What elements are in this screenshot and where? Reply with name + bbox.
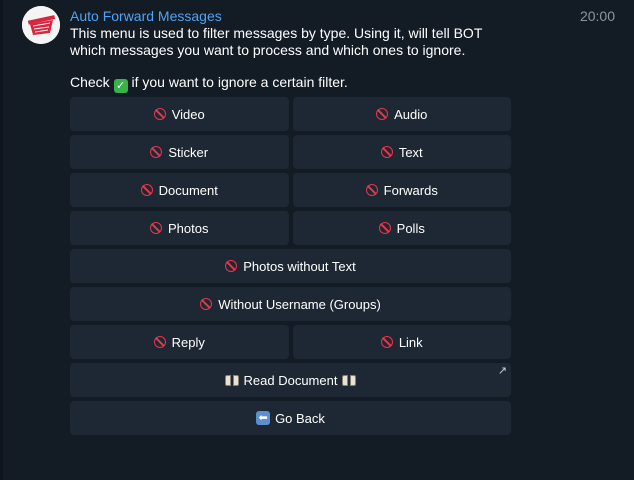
button-label: Sticker <box>168 144 209 160</box>
message-description: This menu is used to filter messages by … <box>70 25 483 58</box>
back-arrow-icon: ⬅ <box>256 411 271 425</box>
message-text: This menu is used to filter messages by … <box>70 25 520 93</box>
bot-avatar-logo <box>22 6 60 44</box>
filter-reply-button[interactable]: Reply <box>70 325 289 359</box>
keyboard-row: ⬅ Go Back <box>70 401 511 435</box>
instruction-prefix: Check <box>70 74 114 90</box>
no-entry-icon <box>153 108 166 120</box>
filter-document-button[interactable]: Document <box>70 173 289 207</box>
no-entry-icon <box>365 184 378 196</box>
instruction-suffix: if you want to ignore a certain filter. <box>127 74 348 90</box>
bot-avatar[interactable] <box>22 6 60 44</box>
check-mark-icon: ✓ <box>113 79 128 93</box>
keyboard-row: Without Username (Groups) <box>70 287 511 321</box>
keyboard-row: Reply Link <box>70 325 511 359</box>
no-entry-icon <box>376 108 389 120</box>
go-back-button[interactable]: ⬅ Go Back <box>70 401 511 435</box>
bot-name[interactable]: Auto Forward Messages <box>70 7 222 25</box>
button-label: Audio <box>394 106 428 122</box>
external-link-icon: ↗ <box>497 364 507 377</box>
button-label: Video <box>171 106 205 122</box>
keyboard-row: Photos Polls <box>70 211 511 245</box>
inline-keyboard: Video Audio Sticker Text Document Forwar… <box>70 97 511 439</box>
filter-link-button[interactable]: Link <box>292 325 511 359</box>
no-entry-icon <box>150 222 162 234</box>
filter-text-button[interactable]: Text <box>292 135 511 169</box>
message-timestamp: 20:00 <box>579 8 615 24</box>
no-entry-icon <box>380 146 393 158</box>
open-book-icon <box>224 374 239 386</box>
filter-photos-without-text-button[interactable]: Photos without Text <box>70 249 511 283</box>
no-entry-icon <box>140 184 153 196</box>
keyboard-row: Video Audio <box>70 97 511 131</box>
keyboard-row: Read Document ↗ <box>70 363 511 397</box>
filter-polls-button[interactable]: Polls <box>292 211 511 245</box>
open-book-icon <box>342 374 357 386</box>
keyboard-row: Sticker Text <box>70 135 511 169</box>
button-label: Polls <box>396 220 425 236</box>
keyboard-row: Document Forwards <box>70 173 511 207</box>
button-label: Photos without Text <box>243 258 356 274</box>
filter-audio-button[interactable]: Audio <box>292 97 511 131</box>
filter-video-button[interactable]: Video <box>70 97 289 131</box>
filter-photos-button[interactable]: Photos <box>70 211 289 245</box>
no-entry-icon <box>380 336 393 348</box>
read-document-button[interactable]: Read Document ↗ <box>70 363 511 397</box>
button-label: Photos <box>168 220 209 236</box>
no-entry-icon <box>225 260 238 272</box>
no-entry-icon <box>378 222 391 234</box>
no-entry-icon <box>153 336 166 348</box>
button-label: Read Document <box>243 372 338 388</box>
button-label: Without Username (Groups) <box>218 296 381 312</box>
filter-forwards-button[interactable]: Forwards <box>292 173 511 207</box>
no-entry-icon <box>150 146 163 158</box>
button-label: Text <box>398 144 423 160</box>
button-label: Link <box>398 334 423 350</box>
no-entry-icon <box>200 298 213 310</box>
button-label: Go Back <box>275 410 325 426</box>
keyboard-row: Photos without Text <box>70 249 511 283</box>
button-label: Document <box>158 182 218 198</box>
message-instruction: Check ✓ if you want to ignore a certain … <box>70 74 520 93</box>
button-label: Reply <box>171 334 205 350</box>
button-label: Forwards <box>383 182 438 198</box>
filter-sticker-button[interactable]: Sticker <box>70 135 289 169</box>
chat-left-edge <box>0 0 3 480</box>
filter-without-username-button[interactable]: Without Username (Groups) <box>70 287 511 321</box>
